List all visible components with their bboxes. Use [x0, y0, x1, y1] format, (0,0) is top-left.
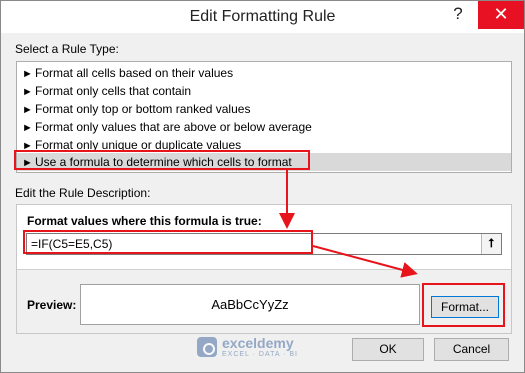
exceldemy-logo-icon — [197, 337, 217, 357]
rule-item-all-cells[interactable]: ► Format all cells based on their values — [17, 64, 511, 82]
close-icon[interactable]: ✕ — [478, 1, 524, 29]
rule-description-label: Edit the Rule Description: — [15, 186, 151, 200]
rule-arrow-icon: ► — [22, 122, 33, 134]
watermark-tagline: EXCEL · DATA · BI — [222, 351, 298, 358]
collapse-dialog-icon[interactable]: ⭡ — [481, 234, 501, 254]
exceldemy-watermark: exceldemy EXCEL · DATA · BI — [197, 332, 298, 362]
rule-item-cells-contain[interactable]: ► Format only cells that contain — [17, 82, 511, 100]
rule-item-label: Format only cells that contain — [35, 84, 192, 98]
rule-arrow-icon: ► — [22, 86, 33, 98]
rule-item-above-below-average[interactable]: ► Format only values that are above or be… — [17, 118, 511, 136]
preview-label: Preview: — [27, 298, 77, 312]
ok-button[interactable]: OK — [352, 338, 424, 361]
rule-item-label: Format only top or bottom ranked values — [35, 102, 251, 116]
dialog-title: Edit Formatting Rule — [189, 8, 336, 25]
rule-type-label: Select a Rule Type: — [15, 42, 119, 56]
rule-arrow-icon: ► — [22, 68, 33, 80]
highlight-use-formula — [14, 150, 310, 170]
edit-formatting-rule-dialog: Edit Formatting Rule ? ✕ Select a Rule T… — [0, 0, 525, 373]
rule-item-label: Format only values that are above or bel… — [35, 120, 312, 134]
rule-item-label: Format all cells based on their values — [35, 66, 234, 80]
rule-arrow-icon: ► — [22, 104, 33, 116]
rule-item-top-bottom[interactable]: ► Format only top or bottom ranked values — [17, 100, 511, 118]
formula-label: Format values where this formula is true… — [27, 214, 262, 228]
highlight-formula-input — [23, 230, 313, 254]
preview-box: AaBbCcYyZz — [80, 284, 420, 325]
highlight-format-button — [422, 283, 505, 327]
help-icon[interactable]: ? — [448, 4, 468, 28]
cancel-button[interactable]: Cancel — [434, 338, 509, 361]
watermark-name: exceldemy — [222, 335, 294, 351]
preview-text: AaBbCcYyZz — [211, 297, 289, 312]
title-bar: Edit Formatting Rule ? ✕ — [1, 1, 524, 33]
